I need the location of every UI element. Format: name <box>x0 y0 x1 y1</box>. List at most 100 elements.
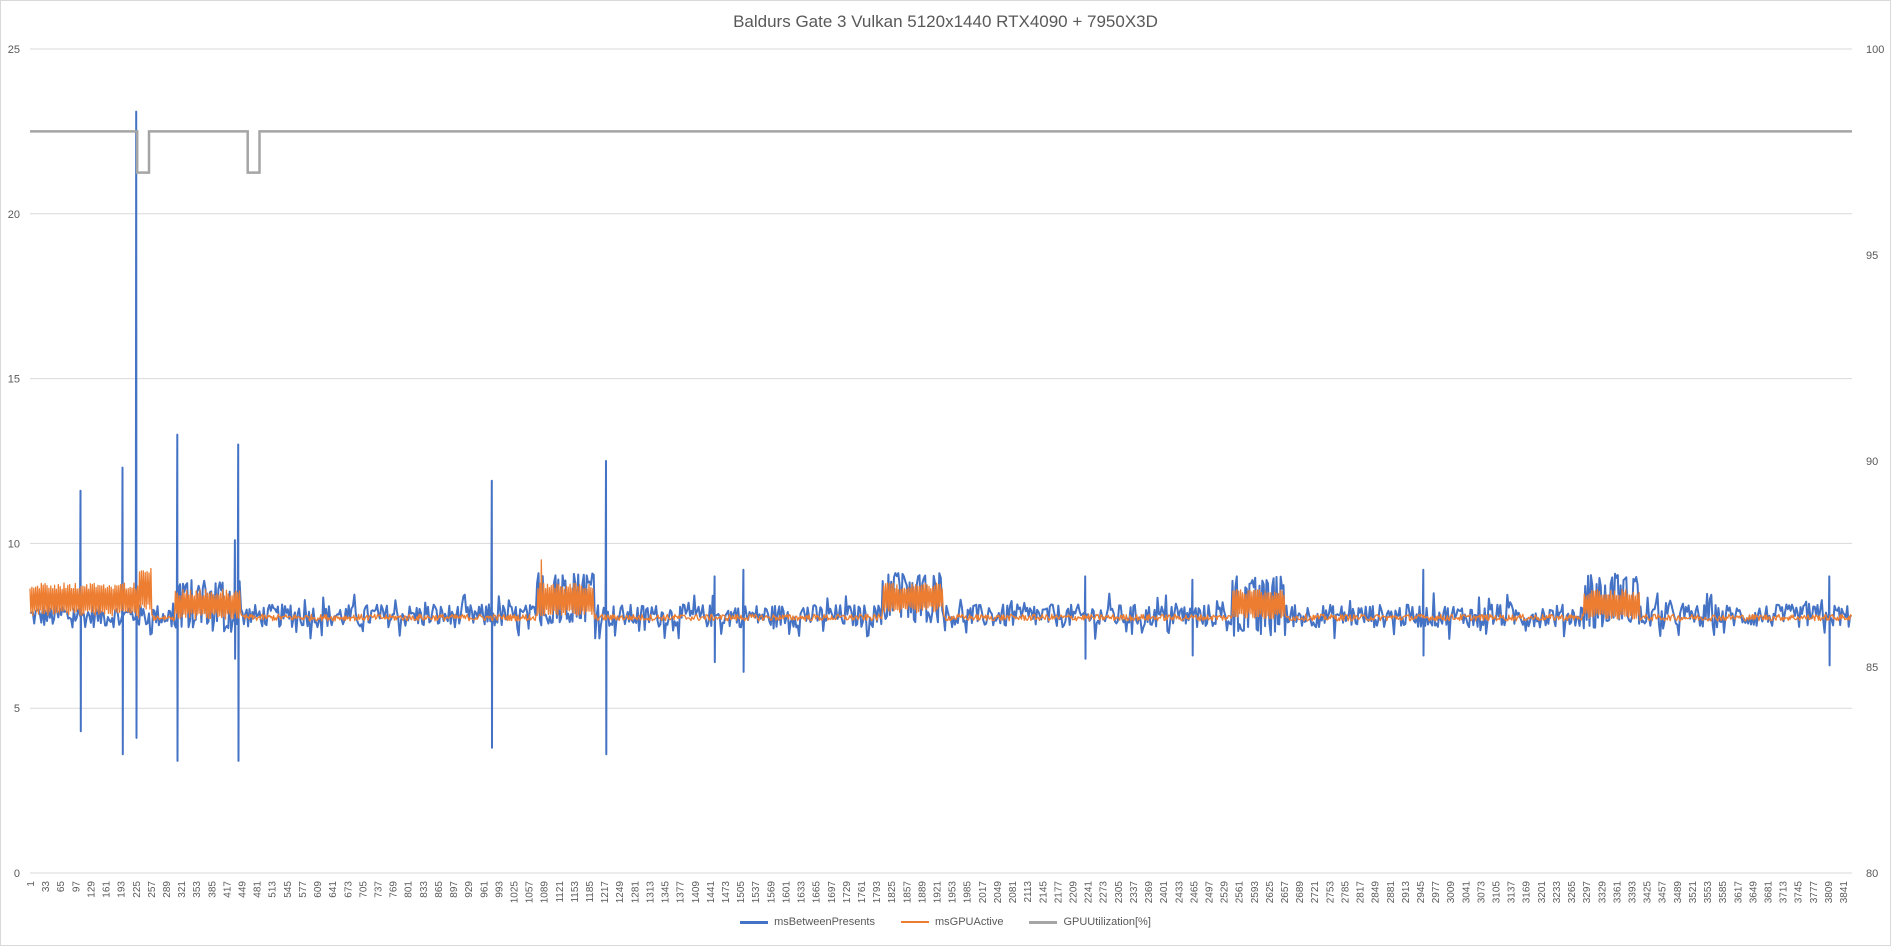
x-tick-label: 2241 <box>1084 881 1095 904</box>
x-tick-label: 1281 <box>630 881 641 904</box>
x-tick-label: 1409 <box>691 881 702 904</box>
x-tick-label: 2561 <box>1235 881 1246 904</box>
x-tick-label: 1089 <box>540 881 551 904</box>
x-tick-label: 2081 <box>1008 881 1019 904</box>
y-left-tick-label: 10 <box>8 538 20 550</box>
x-tick-label: 3649 <box>1748 881 1759 904</box>
x-tick-label: 2977 <box>1431 881 1442 904</box>
x-tick-label: 2369 <box>1144 881 1155 904</box>
x-tick-label: 3713 <box>1779 881 1790 904</box>
y-right-tick-label: 95 <box>1866 250 1878 262</box>
x-tick-label: 1345 <box>661 881 672 904</box>
x-tick-label: 609 <box>313 881 324 898</box>
x-tick-label: 1313 <box>645 881 656 904</box>
x-tick-label: 2145 <box>1038 881 1049 904</box>
legend-item-gpu-utilization[interactable]: GPUUtilization[%] <box>1029 916 1151 928</box>
x-tick-label: 961 <box>479 881 490 898</box>
x-tick-label: 2305 <box>1114 881 1125 904</box>
x-tick-label: 3009 <box>1446 881 1457 904</box>
x-tick-label: 1025 <box>509 881 520 904</box>
x-tick-label: 2721 <box>1310 881 1321 904</box>
x-tick-label: 193 <box>117 881 128 898</box>
x-tick-label: 865 <box>434 881 445 898</box>
x-tick-label: 2817 <box>1356 881 1367 904</box>
x-tick-label: 3809 <box>1824 881 1835 904</box>
x-tick-label: 3521 <box>1688 881 1699 904</box>
x-tick-label: 2689 <box>1295 881 1306 904</box>
x-tick-label: 641 <box>328 881 339 898</box>
x-tick-label: 3265 <box>1567 881 1578 904</box>
x-tick-label: 2849 <box>1371 881 1382 904</box>
x-tick-label: 3073 <box>1476 881 1487 904</box>
x-tick-label: 3457 <box>1658 881 1669 904</box>
x-tick-label: 2017 <box>978 881 989 904</box>
x-tick-label: 1121 <box>555 881 566 903</box>
x-tick-label: 577 <box>298 881 309 898</box>
x-tick-label: 1825 <box>887 881 898 904</box>
x-tick-label: 1761 <box>857 881 868 904</box>
x-tick-label: 2881 <box>1386 881 1397 904</box>
x-tick-label: 2337 <box>1129 881 1140 904</box>
legend-label-gpu-utilization: GPUUtilization[%] <box>1063 916 1151 928</box>
x-tick-label: 3361 <box>1612 881 1623 904</box>
x-tick-label: 97 <box>71 881 82 893</box>
x-tick-label: 161 <box>102 881 113 898</box>
x-tick-label: 2945 <box>1416 881 1427 904</box>
x-tick-label: 1 <box>26 881 37 887</box>
legend-item-ms-gpu-active[interactable]: msGPUActive <box>901 916 1003 928</box>
legend-swatch-gpu-utilization <box>1029 920 1058 924</box>
x-tick-label: 1057 <box>525 881 536 904</box>
x-tick-label: 129 <box>86 881 97 898</box>
x-tick-label: 449 <box>238 881 249 898</box>
x-tick-label: 897 <box>449 881 460 898</box>
x-tick-label: 2433 <box>1174 881 1185 904</box>
x-tick-label: 3297 <box>1582 881 1593 904</box>
x-tick-label: 385 <box>207 881 218 898</box>
x-tick-label: 3329 <box>1597 881 1608 904</box>
legend-label-ms-between-presents: msBetweenPresents <box>774 916 875 928</box>
x-tick-label: 1729 <box>842 881 853 904</box>
x-tick-label: 1505 <box>736 881 747 904</box>
x-tick-label: 1249 <box>615 881 626 904</box>
x-tick-label: 257 <box>147 881 158 898</box>
x-tick-label: 2497 <box>1204 881 1215 904</box>
x-tick-label: 513 <box>268 881 279 898</box>
y-left-tick-label: 20 <box>8 209 20 221</box>
x-tick-label: 801 <box>404 881 415 898</box>
legend-swatch-ms-gpu-active <box>901 921 929 923</box>
legend-item-ms-between-presents[interactable]: msBetweenPresents <box>740 916 875 928</box>
x-tick-label: 1697 <box>827 881 838 904</box>
x-tick-label: 3041 <box>1461 881 1472 904</box>
legend-swatch-ms-between-presents <box>740 920 769 924</box>
x-tick-label: 2273 <box>1099 881 1110 904</box>
x-tick-label: 2209 <box>1068 881 1079 904</box>
x-tick-label: 673 <box>343 881 354 898</box>
x-tick-label: 33 <box>41 881 52 893</box>
legend-label-ms-gpu-active: msGPUActive <box>935 916 1004 928</box>
chart-plot: 0 5 10 15 20 25 80 85 90 95 100 1 33 65 97 129 161 193 2… <box>8 44 1885 904</box>
x-tick-label: 2049 <box>993 881 1004 904</box>
x-tick-label: 3393 <box>1628 881 1639 904</box>
x-tick-label: 2177 <box>1053 881 1064 904</box>
x-tick-label: 1601 <box>781 881 792 904</box>
x-tick-label: 1985 <box>963 881 974 904</box>
x-tick-label: 3585 <box>1718 881 1729 904</box>
x-tick-label: 1633 <box>797 881 808 904</box>
x-tick-label: 289 <box>162 881 173 898</box>
x-tick-label: 1537 <box>751 881 762 904</box>
x-tick-label: 225 <box>132 881 143 898</box>
x-tick-label: 2785 <box>1340 881 1351 904</box>
x-tick-label: 2657 <box>1280 881 1291 904</box>
y-right-tick-label: 90 <box>1866 456 1878 468</box>
x-tick-label: 3425 <box>1643 881 1654 904</box>
series-line-gpu-utilization <box>30 130 1852 174</box>
x-tick-label: 2913 <box>1401 881 1412 904</box>
x-tick-label: 1377 <box>676 881 687 904</box>
x-tick-label: 1441 <box>706 881 717 904</box>
x-tick-label: 737 <box>373 881 384 898</box>
x-tick-label: 1153 <box>570 881 581 903</box>
x-tick-label: 1857 <box>902 881 913 904</box>
x-tick-label: 2593 <box>1250 881 1261 904</box>
x-tick-label: 1569 <box>766 881 777 904</box>
y-left-tick-label: 15 <box>8 374 20 386</box>
